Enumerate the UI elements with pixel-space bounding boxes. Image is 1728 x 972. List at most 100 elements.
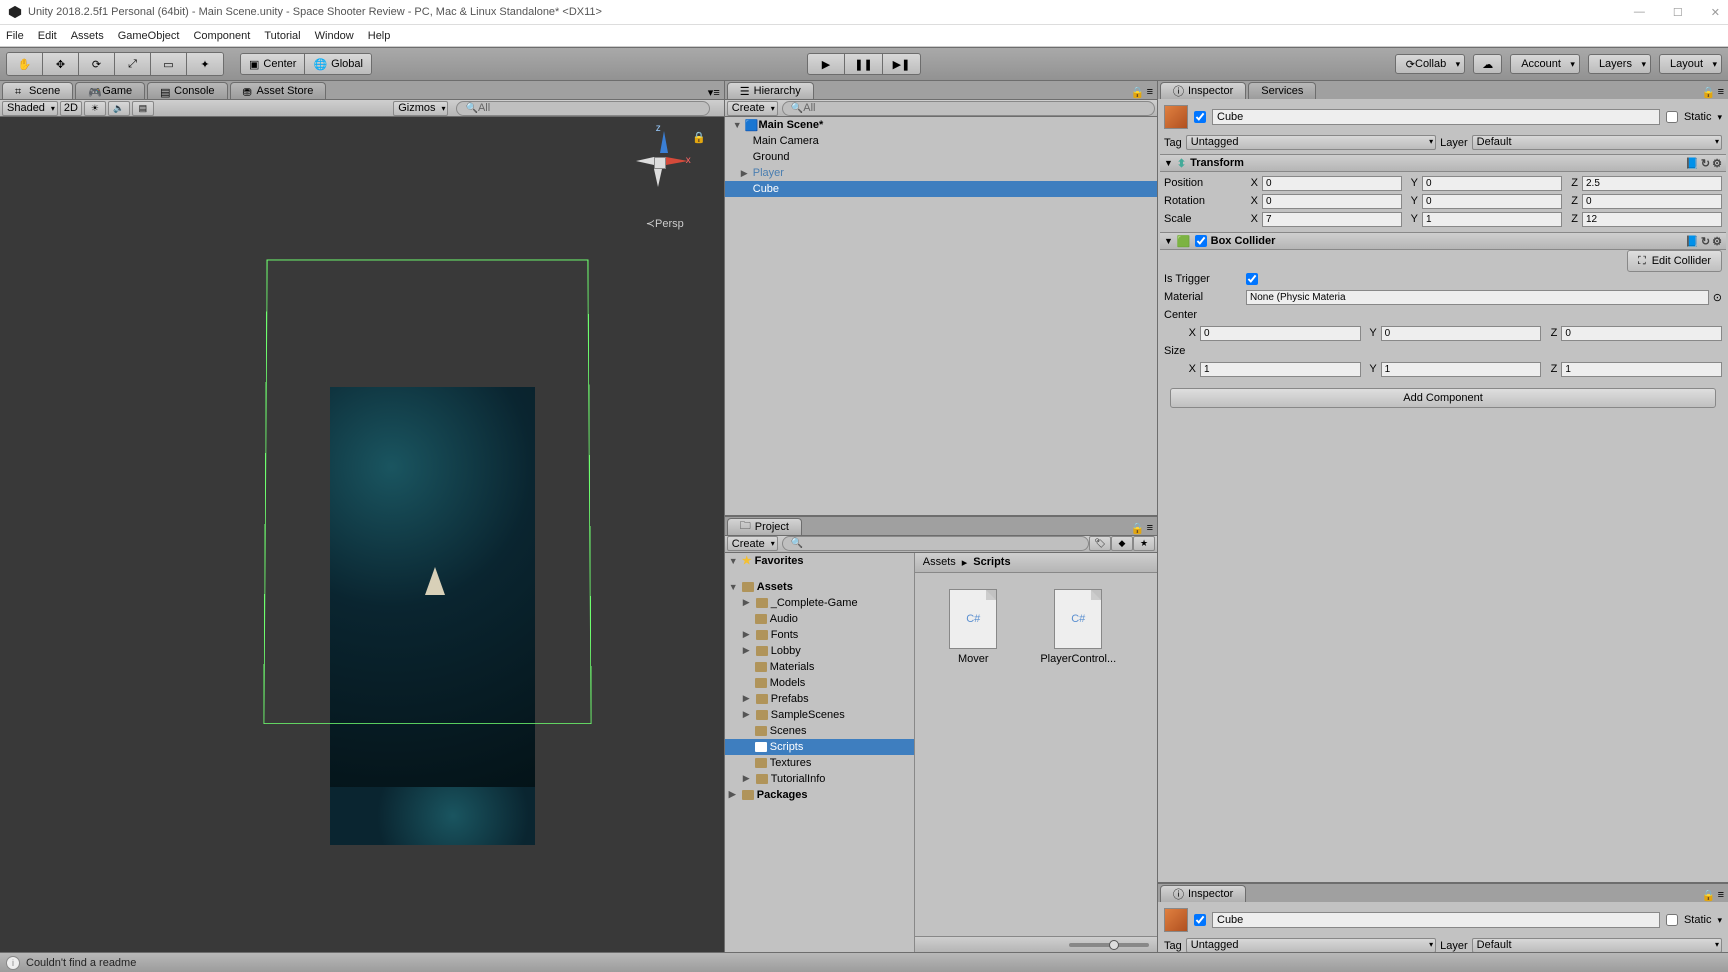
file-playercontrol[interactable]: C# PlayerControl... [1036, 589, 1121, 665]
maximize-button[interactable]: ☐ [1673, 6, 1683, 19]
inspector2-menu-icon[interactable]: ≡ [1718, 889, 1724, 902]
hierarchy-search[interactable]: 🔍All [782, 101, 1155, 116]
hierarchy-item-cube[interactable]: Cube [725, 181, 1157, 197]
gear-icon[interactable]: ⚙ [1712, 235, 1722, 248]
lock-icon[interactable]: 🔒 [692, 131, 706, 144]
favorites-row[interactable]: ▼★Favorites [725, 553, 914, 569]
mode-2d-toggle[interactable]: 2D [60, 101, 82, 116]
rotation-z[interactable] [1582, 194, 1722, 209]
packages-root-row[interactable]: ▶Packages [725, 787, 914, 803]
tab-project[interactable]: 🗀 Project [727, 518, 802, 535]
menu-component[interactable]: Component [193, 30, 250, 42]
project-lock-icon[interactable]: 🔒 [1131, 522, 1145, 535]
center-pivot-button[interactable]: ▣ Center [241, 54, 305, 74]
gameobject-icon[interactable] [1164, 105, 1188, 129]
rotate-tool[interactable]: ⟳ [79, 53, 115, 75]
inspector-lock-icon[interactable]: 🔒 [1702, 86, 1716, 99]
search-filter-icon[interactable]: 🏷 [1089, 536, 1111, 551]
project-grid[interactable]: C# Mover C# PlayerControl... [915, 573, 1157, 937]
folder-materials[interactable]: Materials [725, 659, 914, 675]
boxcollider-enabled-checkbox[interactable] [1195, 235, 1207, 247]
folder-models[interactable]: Models [725, 675, 914, 691]
panel-menu-icon[interactable]: ▾≡ [708, 86, 720, 99]
rotation-y[interactable] [1422, 194, 1562, 209]
scene-viewport[interactable]: 🔒 z x ≺Persp [0, 117, 724, 952]
position-y[interactable] [1422, 176, 1562, 191]
layers-dropdown[interactable]: Layers [1588, 54, 1651, 74]
edit-collider-button[interactable]: ⛶Edit Collider [1627, 250, 1722, 272]
audio-toggle[interactable]: 🔈 [108, 101, 130, 116]
shading-mode-dropdown[interactable]: Shaded [2, 101, 58, 116]
search-type-icon[interactable]: ◆ [1111, 536, 1133, 551]
scale-z[interactable] [1582, 212, 1722, 227]
menu-help[interactable]: Help [368, 30, 391, 42]
hierarchy-scene-row[interactable]: ▼🟦 Main Scene* [725, 117, 1157, 133]
size-x[interactable] [1200, 362, 1361, 377]
gameobject-active-checkbox-2[interactable] [1194, 914, 1206, 926]
static-checkbox[interactable] [1666, 111, 1678, 123]
assets-root-row[interactable]: ▼Assets [725, 579, 914, 595]
tab-inspector-2[interactable]: ⓘ Inspector [1160, 885, 1246, 902]
inspector2-lock-icon[interactable]: 🔒 [1702, 889, 1716, 902]
center-x[interactable] [1200, 326, 1361, 341]
hierarchy-menu-icon[interactable]: ≡ [1147, 86, 1153, 99]
project-menu-icon[interactable]: ≡ [1147, 522, 1153, 535]
gameobject-active-checkbox[interactable] [1194, 111, 1206, 123]
folder-complete-game[interactable]: ▶_Complete-Game [725, 595, 914, 611]
rect-tool[interactable]: ▭ [151, 53, 187, 75]
add-component-button[interactable]: Add Component [1170, 388, 1716, 408]
menu-edit[interactable]: Edit [38, 30, 57, 42]
folder-prefabs[interactable]: ▶Prefabs [725, 691, 914, 707]
project-search[interactable]: 🔍 [782, 536, 1089, 551]
pause-button[interactable]: ❚❚ [845, 53, 883, 75]
help-icon[interactable]: 📘 [1685, 157, 1699, 170]
gizmos-dropdown[interactable]: Gizmos [393, 101, 448, 116]
hierarchy-create-dropdown[interactable]: Create [727, 101, 778, 116]
menu-tutorial[interactable]: Tutorial [264, 30, 300, 42]
project-breadcrumb[interactable]: Assets ▸ Scripts [915, 553, 1157, 573]
tab-game[interactable]: 🎮Game [75, 82, 145, 99]
cloud-button[interactable]: ☁ [1473, 54, 1502, 74]
transform-header[interactable]: ▼⬍ Transform 📘↻⚙ [1160, 154, 1726, 172]
step-button[interactable]: ▶❚ [883, 53, 921, 75]
move-tool[interactable]: ✥ [43, 53, 79, 75]
collab-dropdown[interactable]: ⟳ Collab [1395, 54, 1465, 74]
folder-textures[interactable]: Textures [725, 755, 914, 771]
layer-dropdown-2[interactable]: Default [1472, 938, 1722, 952]
hierarchy-panel[interactable]: ▼🟦 Main Scene* Main Camera Ground ▶Playe… [725, 117, 1157, 515]
project-create-dropdown[interactable]: Create [727, 536, 778, 551]
folder-audio[interactable]: Audio [725, 611, 914, 627]
inspector-menu-icon[interactable]: ≡ [1718, 86, 1724, 99]
global-local-button[interactable]: 🌐 Global [305, 54, 371, 74]
file-mover[interactable]: C# Mover [931, 589, 1016, 665]
scale-x[interactable] [1262, 212, 1402, 227]
reset-icon[interactable]: ↻ [1701, 235, 1710, 248]
tab-scene[interactable]: ⌗Scene [2, 82, 73, 99]
tag-dropdown[interactable]: Untagged [1186, 135, 1436, 150]
menu-file[interactable]: File [6, 30, 24, 42]
tab-console[interactable]: ▤Console [147, 82, 227, 99]
menu-assets[interactable]: Assets [71, 30, 104, 42]
gameobject-icon[interactable] [1164, 908, 1188, 932]
tab-services[interactable]: Services [1248, 82, 1316, 99]
center-z[interactable] [1561, 326, 1722, 341]
thumbnail-size-slider[interactable] [915, 936, 1157, 952]
help-icon[interactable]: 📘 [1685, 235, 1699, 248]
scene-search[interactable]: 🔍All [456, 101, 709, 116]
gameobject-name-input[interactable] [1212, 109, 1660, 125]
menu-window[interactable]: Window [315, 30, 354, 42]
folder-lobby[interactable]: ▶Lobby [725, 643, 914, 659]
boxcollider-header[interactable]: ▼🟩 Box Collider 📘↻⚙ [1160, 232, 1726, 250]
folder-scripts[interactable]: Scripts [725, 739, 914, 755]
hand-tool[interactable]: ✋ [7, 53, 43, 75]
hierarchy-item-player[interactable]: ▶Player [725, 165, 1157, 181]
perspective-label[interactable]: ≺Persp [646, 217, 684, 230]
scale-tool[interactable]: ⤢ [115, 53, 151, 75]
close-button[interactable]: ✕ [1711, 6, 1720, 19]
folder-tutorialinfo[interactable]: ▶TutorialInfo [725, 771, 914, 787]
gear-icon[interactable]: ⚙ [1712, 157, 1722, 170]
play-button[interactable]: ▶ [807, 53, 845, 75]
gameobject-name-input-2[interactable] [1212, 912, 1660, 928]
physic-material-field[interactable] [1246, 290, 1709, 305]
lighting-toggle[interactable]: ☀ [84, 101, 106, 116]
